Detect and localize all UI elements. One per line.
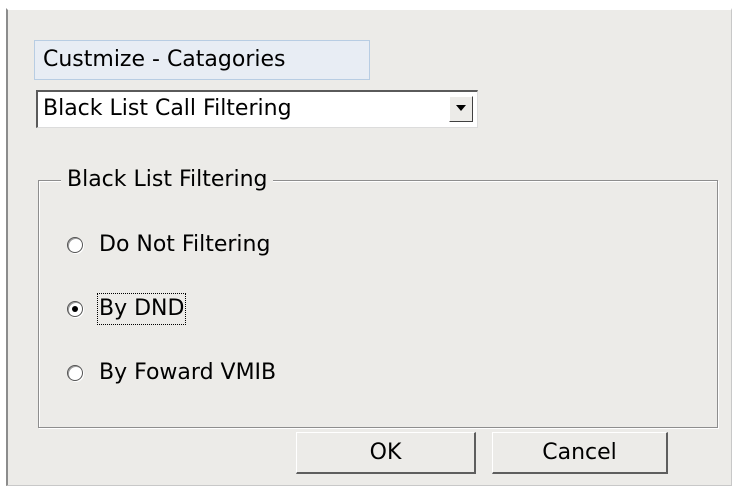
radio-option-by-dnd[interactable]: By DND [67,293,187,325]
radio-button[interactable] [67,301,83,317]
radio-selected-dot [72,306,78,312]
radio-button[interactable] [67,365,83,381]
chevron-down-icon [456,105,466,111]
radio-option-do-not-filtering[interactable]: Do Not Filtering [67,229,270,261]
radio-option-by-foward-vmib[interactable]: By Foward VMIB [67,357,276,389]
cancel-button[interactable]: Cancel [492,432,668,474]
radio-button[interactable] [67,237,83,253]
dialog-panel: Custmize - Catagories Black List Call Fi… [6,8,732,486]
radio-label: By DND [96,293,187,325]
radio-label: By Foward VMIB [99,360,277,385]
dropdown-button[interactable] [449,96,473,122]
radio-label: Do Not Filtering [99,232,271,257]
black-list-filtering-group: Black List Filtering Do Not Filtering By… [38,166,718,428]
category-dropdown-value: Black List Call Filtering [43,96,292,121]
group-title: Black List Filtering [61,166,274,194]
category-title: Custmize - Catagories [34,40,370,80]
category-dropdown[interactable]: Black List Call Filtering [36,90,478,128]
ok-button[interactable]: OK [296,432,476,474]
